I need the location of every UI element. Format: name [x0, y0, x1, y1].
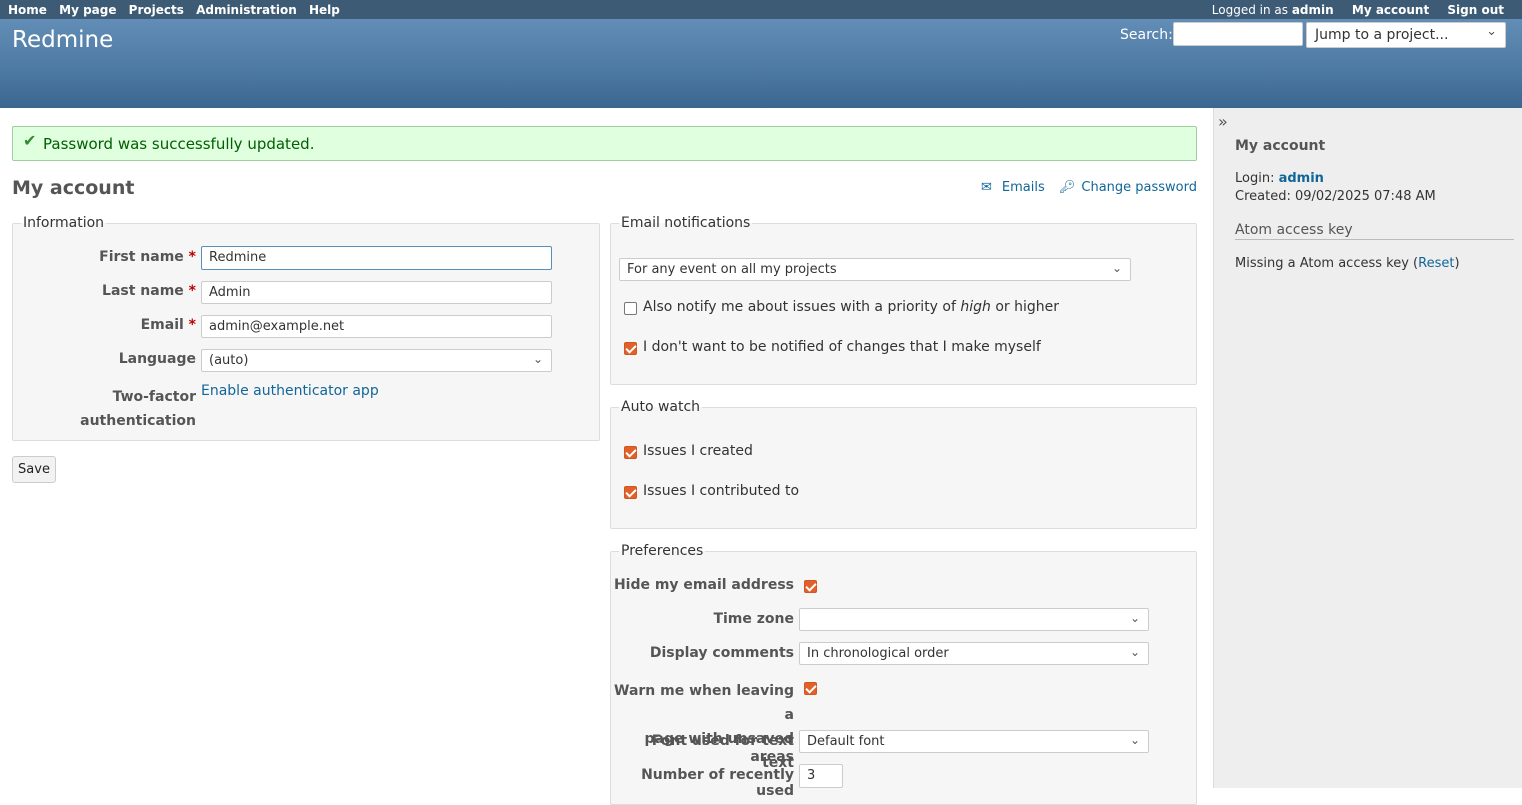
time-zone-label: Time zone	[713, 611, 794, 627]
time-zone-select[interactable]: ⌄	[799, 608, 1149, 631]
last-name-field[interactable]: Admin	[201, 281, 552, 304]
sidebar: » My account Login: admin Created: 09/02…	[1213, 108, 1522, 788]
header: Redmine Search: Jump to a project... ⌄	[0, 19, 1522, 108]
change-password-link[interactable]: Change password	[1081, 180, 1197, 195]
last-name-label: Last name *	[102, 283, 196, 299]
auto-watch-fieldset: Auto watch	[610, 399, 1197, 529]
chevron-down-icon: ⌄	[1129, 645, 1140, 659]
issues-contributed-checkbox[interactable]	[624, 486, 637, 499]
issues-created-checkbox[interactable]	[624, 446, 637, 459]
first-name-field[interactable]: Redmine	[201, 246, 552, 270]
sign-out-link[interactable]: Sign out	[1447, 3, 1504, 17]
chevron-down-icon: ⌄	[532, 352, 543, 366]
menu-help-link[interactable]: Help	[309, 3, 340, 17]
top-menu-left: Home My page Projects Administration Hel…	[8, 3, 348, 17]
email-notifications-legend: Email notifications	[621, 215, 751, 231]
envelope-icon: ✉	[980, 180, 992, 195]
information-legend: Information	[23, 215, 105, 231]
sidebar-login-link[interactable]: admin	[1279, 171, 1324, 186]
language-value: (auto)	[209, 353, 249, 368]
font-select[interactable]: Default font ⌄	[799, 730, 1149, 753]
sidebar-created: Created: 09/02/2025 07:48 AM	[1235, 189, 1436, 204]
language-select[interactable]: (auto) ⌄	[201, 349, 552, 372]
logged-in-user-link[interactable]: admin	[1292, 3, 1334, 17]
app-title[interactable]: Redmine	[12, 27, 113, 53]
flash-message: Password was successfully updated.	[43, 135, 315, 153]
menu-my-page-link[interactable]: My page	[59, 3, 116, 17]
email-field[interactable]: admin@example.net	[201, 315, 552, 338]
chevron-down-icon: ⌄	[1111, 261, 1122, 275]
chevron-down-icon: ⌄	[1129, 733, 1140, 747]
recently-used-field[interactable]: 3	[799, 764, 843, 788]
atom-key-text: Missing a Atom access key (Reset)	[1235, 256, 1460, 271]
emails-link[interactable]: Emails	[1002, 180, 1045, 195]
email-notification-select[interactable]: For any event on all my projects ⌄	[619, 258, 1131, 281]
sidebar-login: Login: admin	[1235, 171, 1324, 186]
warn-unsaved-checkbox[interactable]	[804, 682, 817, 695]
twofa-label: Two-factor authentication	[80, 389, 196, 429]
issues-created-label: Issues I created	[643, 443, 753, 459]
menu-home-link[interactable]: Home	[8, 3, 47, 17]
chevron-down-icon: ⌄	[1486, 24, 1497, 39]
issues-contributed-label: Issues I contributed to	[643, 483, 800, 499]
jump-to-project-select[interactable]: Jump to a project... ⌄	[1306, 22, 1506, 48]
priority-notify-label: Also notify me about issues with a prior…	[643, 299, 1060, 315]
email-label: Email *	[140, 317, 196, 333]
chevron-down-icon: ⌄	[1129, 611, 1140, 625]
top-menu-right: Logged in as admin My account Sign out	[1212, 3, 1504, 17]
display-comments-value: In chronological order	[807, 646, 949, 661]
display-comments-select[interactable]: In chronological order ⌄	[799, 642, 1149, 665]
menu-projects-link[interactable]: Projects	[129, 3, 184, 17]
menu-administration-link[interactable]: Administration	[196, 3, 297, 17]
atom-key-heading: Atom access key	[1235, 222, 1514, 240]
font-label: Font used for text areas	[651, 733, 794, 765]
flash-notice: ✔ Password was successfully updated.	[12, 126, 1197, 161]
priority-notify-checkbox[interactable]	[624, 302, 637, 315]
enable-authenticator-link[interactable]: Enable authenticator app	[201, 383, 379, 399]
email-notification-value: For any event on all my projects	[627, 262, 837, 277]
sidebar-title: My account	[1235, 138, 1326, 154]
page-title: My account	[12, 177, 135, 199]
hide-email-checkbox[interactable]	[804, 580, 817, 593]
search-label: Search:	[1120, 27, 1173, 43]
first-name-label: First name *	[99, 249, 196, 265]
atom-reset-link[interactable]: Reset	[1418, 256, 1454, 271]
jump-to-project-placeholder: Jump to a project...	[1315, 27, 1449, 43]
no-self-notified-checkbox[interactable]	[624, 342, 637, 355]
recently-used-label: Number of recently used	[641, 767, 794, 799]
preferences-legend: Preferences	[621, 543, 704, 559]
hide-email-label: Hide my email address	[613, 577, 794, 593]
contextual-links: ✉ Emails 🔑︎ Change password	[981, 180, 1197, 195]
sidebar-collapse-icon[interactable]: »	[1218, 112, 1228, 131]
checkmark-icon: ✔	[23, 131, 37, 150]
font-value: Default font	[807, 734, 885, 749]
key-icon: 🔑︎	[1058, 180, 1076, 195]
save-button[interactable]: Save	[12, 456, 56, 483]
logged-in-text: Logged in as admin	[1211, 3, 1334, 17]
display-comments-label: Display comments	[649, 645, 794, 661]
auto-watch-legend: Auto watch	[621, 399, 701, 415]
my-account-link[interactable]: My account	[1352, 3, 1429, 17]
no-self-notified-label: I don't want to be notified of changes t…	[643, 339, 1041, 355]
top-menu: Home My page Projects Administration Hel…	[0, 0, 1522, 19]
search-input[interactable]	[1173, 22, 1303, 46]
language-label: Language	[118, 351, 196, 367]
